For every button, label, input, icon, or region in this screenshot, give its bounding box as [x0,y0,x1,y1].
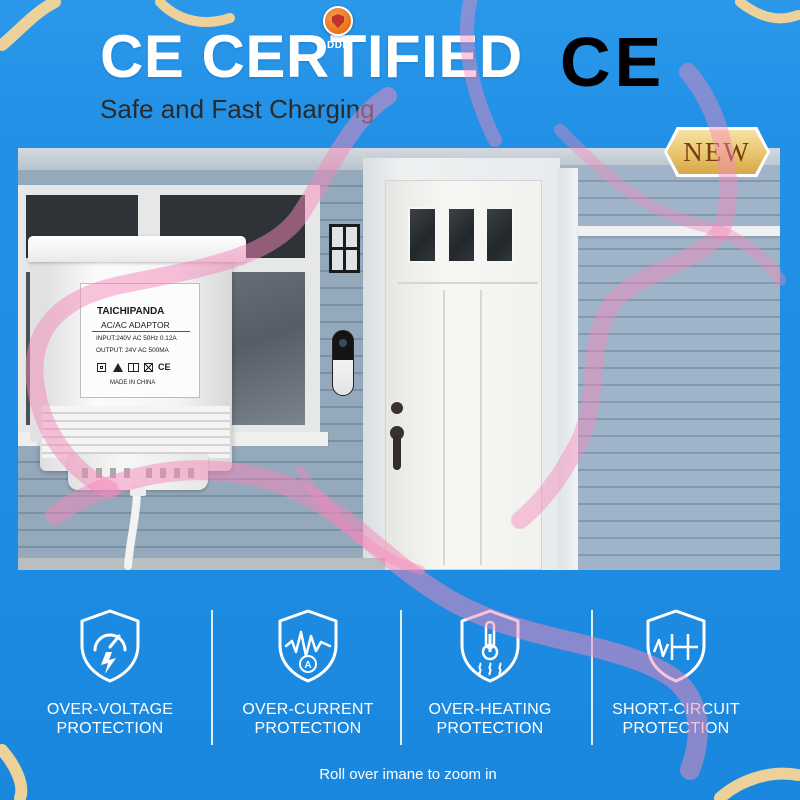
label-ce-mark: CE [158,362,171,372]
adapter-top-plate [28,236,246,262]
feature-over-heating: OVER-HEATING PROTECTION [395,700,585,738]
vent-slot [174,468,180,478]
logo-shield-icon [332,14,344,28]
ampere-label: A [304,660,311,671]
current-shield-icon: A [278,609,338,683]
heat-shield-icon [460,609,520,683]
adapter-ribs [42,406,230,458]
feature-title: OVER-VOLTAGE [46,701,174,718]
vent-slot [96,468,102,478]
logo-text: DDF [326,40,350,51]
feature-divider [591,610,593,745]
feature-over-current: OVER-CURRENT PROTECTION [213,700,403,738]
class-ii-icon [97,363,106,372]
vent-slot [146,468,152,478]
vent-slot [160,468,166,478]
feature-divider [211,610,213,745]
label-rule [92,331,190,332]
product-banner: TAICHIPANDA AC/AC ADAPTOR INPUT:240V AC … [0,0,800,800]
feature-title: OVER-HEATING [428,701,552,718]
vent-slot [82,468,88,478]
ce-mark: CE [560,23,666,101]
adapter-base [68,454,208,490]
short-circuit-shield-icon [646,609,706,683]
product-type: AC/AC ADAPTOR [101,320,170,330]
cable-strain-relief [130,486,146,496]
ddf-logo-icon [323,6,353,36]
page-title: CE CERTIFIED [100,23,523,90]
subtitle: Safe and Fast Charging [100,94,375,124]
feature-subtitle: PROTECTION [56,720,164,737]
feature-over-voltage: OVER-VOLTAGE PROTECTION [15,700,205,738]
transformer-icon [128,363,139,372]
feature-subtitle: PROTECTION [622,720,730,737]
feature-title: SHORT-CIRCUIT [612,701,740,718]
vent-slot [188,468,194,478]
origin-text: MADE IN CHINA [110,380,156,386]
transformer-divider [133,363,134,372]
zoom-hint: Roll over imane to zoom in [319,766,497,783]
input-spec: INPUT:240V AC 50Hz 0.12A [96,335,177,342]
class-ii-inner [100,366,103,369]
power-cable [124,484,141,570]
warning-triangle-icon [113,363,123,372]
voltage-shield-icon [80,609,140,683]
output-spec: OUTPUT: 24V AC 500MA [96,347,169,354]
vent-slot [124,468,130,478]
feature-short-circuit: SHORT-CIRCUIT PROTECTION [581,700,771,738]
feature-divider [400,610,402,745]
ac-adapter: TAICHIPANDA AC/AC ADAPTOR INPUT:240V AC … [28,236,248,496]
feature-subtitle: PROTECTION [436,720,544,737]
weee-bin-icon [144,363,153,372]
vent-slot [110,468,116,478]
new-badge-label: NEW [683,137,751,167]
feature-title: OVER-CURRENT [242,701,374,718]
brand-name: TAICHIPANDA [97,306,165,317]
feature-subtitle: PROTECTION [254,720,362,737]
